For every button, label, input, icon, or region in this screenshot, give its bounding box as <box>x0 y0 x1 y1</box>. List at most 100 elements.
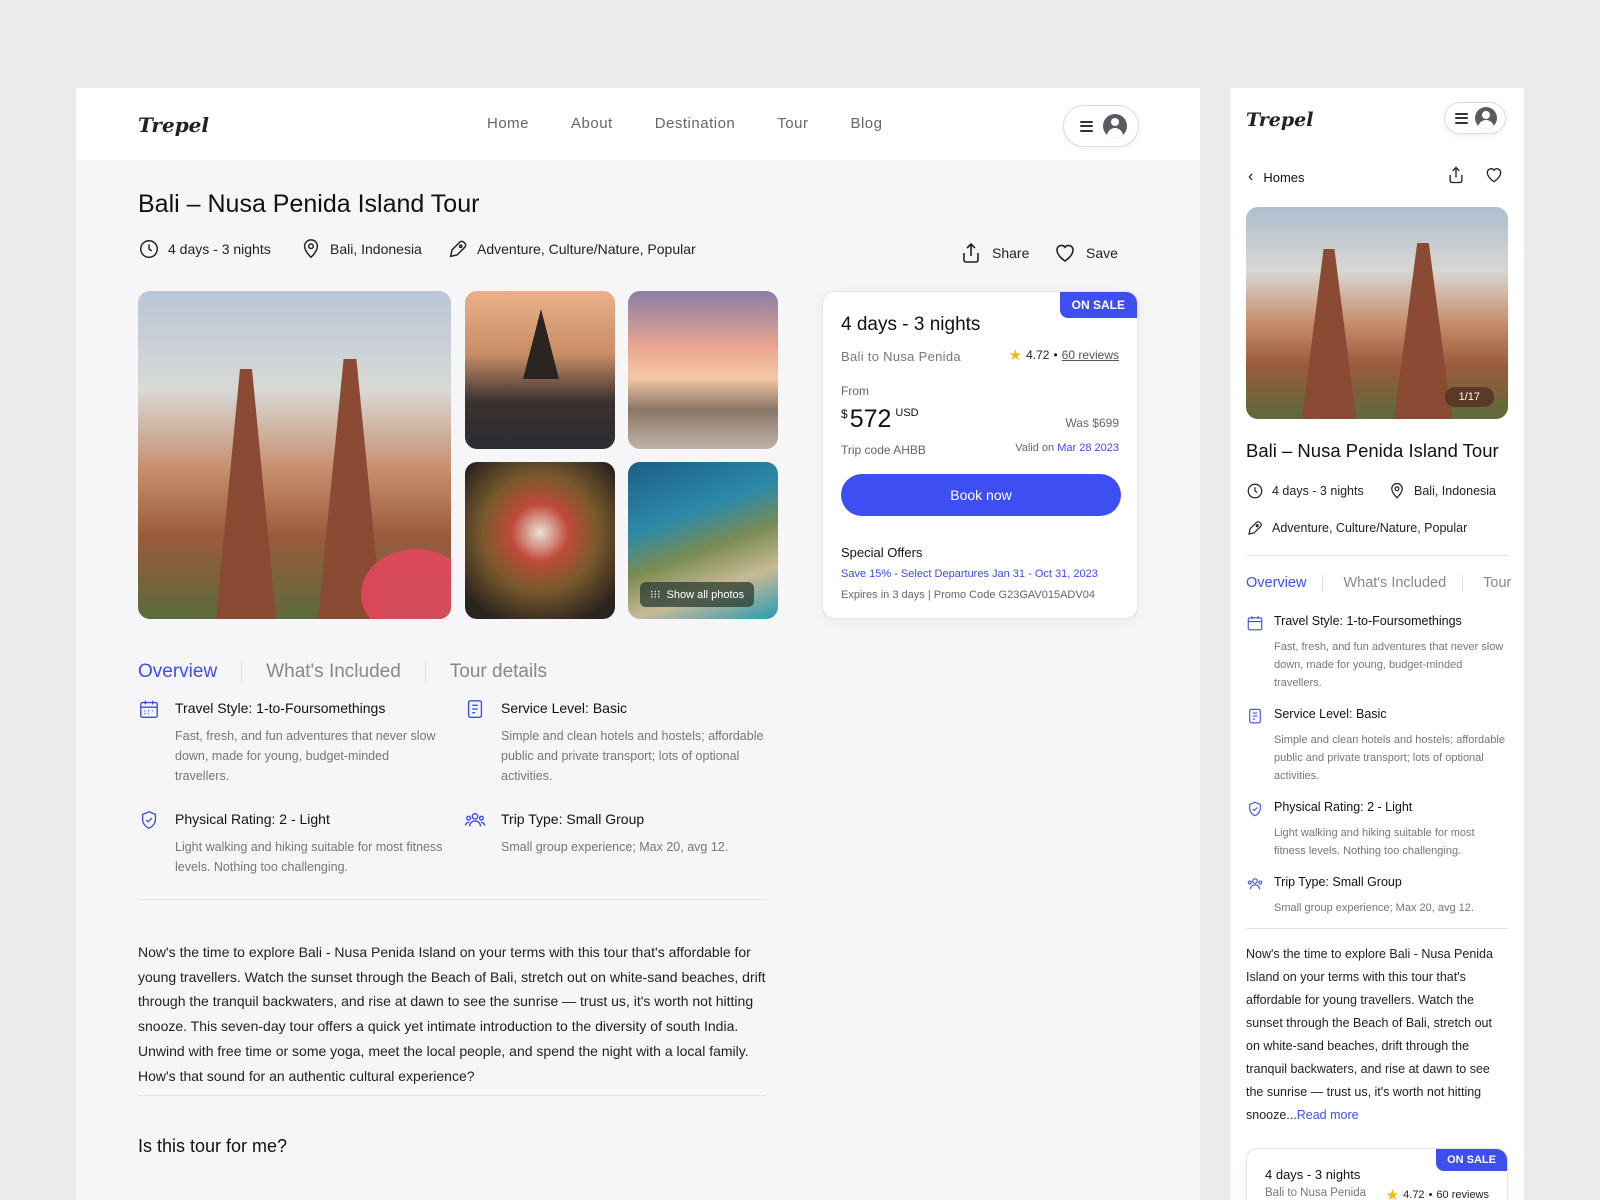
photo-pagoda[interactable] <box>465 291 615 449</box>
tab-tour-details[interactable]: Tour details <box>450 661 571 683</box>
feature-desc: Small group experience; Max 20, avg 12. <box>501 840 729 854</box>
heart-icon[interactable] <box>1484 165 1504 185</box>
duration-text: 4 days - 3 nights <box>168 241 271 257</box>
desktop-frame: Trepel Home About Destination Tour Blog … <box>76 88 1200 1200</box>
tab-divider <box>1462 575 1464 591</box>
page-title: Bali – Nusa Penida Island Tour <box>138 190 480 218</box>
feature-title: Trip Type: Small Group <box>1274 875 1402 889</box>
brand-logo[interactable]: Trepel <box>138 113 209 137</box>
mobile-photo-temple-gate[interactable]: 1/17 <box>1246 207 1508 419</box>
main-photo-temple-gate[interactable] <box>138 291 451 619</box>
back-button[interactable]: ‹ Homes <box>1248 168 1305 186</box>
category-text: Adventure, Culture/Nature, Popular <box>477 241 696 257</box>
show-all-label: Show all photos <box>666 588 745 601</box>
read-more-link[interactable]: Read more <box>1297 1108 1359 1122</box>
feature-desc: Fast, fresh, and fun adventures that nev… <box>1274 641 1504 689</box>
feature-desc: Simple and clean hotels and hostels; aff… <box>501 729 764 783</box>
feature-title: Physical Rating: 2 - Light <box>175 811 330 827</box>
clock-icon <box>140 240 158 258</box>
feature-desc: Fast, fresh, and fun adventures that nev… <box>175 729 436 783</box>
brand-logo[interactable]: Trepel <box>1246 109 1313 131</box>
tab-overview[interactable]: Overview <box>138 661 241 683</box>
tab-whats-included[interactable]: What's Included <box>1343 575 1462 591</box>
booking-title: 4 days - 3 nights <box>1265 1167 1361 1182</box>
valid-date: Valid on Mar 28 2023 <box>1015 442 1119 454</box>
save-label: Save <box>1086 245 1118 261</box>
nav-destination[interactable]: Destination <box>655 115 736 132</box>
nav-tour[interactable]: Tour <box>777 115 808 132</box>
mobile-actions <box>1446 165 1504 185</box>
calendar-icon <box>140 700 158 718</box>
location-pin-icon <box>1391 482 1403 499</box>
from-label: From <box>841 384 869 398</box>
location-text: Bali, Indonesia <box>1414 484 1497 498</box>
currency-code: USD <box>895 407 919 419</box>
star-icon: ★ <box>1008 347 1023 364</box>
pagoda-shape <box>523 309 559 379</box>
feature-desc: Simple and clean hotels and hostels; aff… <box>1274 734 1505 782</box>
reviews-link[interactable]: 60 reviews <box>1062 348 1119 362</box>
grid-icon: ⁝⁝⁝ <box>650 589 661 601</box>
booking-card: ON SALE 4 days - 3 nights Bali to Nusa P… <box>822 291 1138 619</box>
tag-icon <box>1248 521 1262 535</box>
section-heading: Is this tour for me? <box>138 1136 288 1156</box>
rating-dot: • <box>1428 1189 1433 1200</box>
tab-divider <box>1322 575 1324 591</box>
user-menu-button[interactable] <box>1063 105 1139 147</box>
mobile-header: Trepel <box>1230 88 1524 150</box>
special-offer-link[interactable]: Save 15% - Select Departures Jan 31 - Oc… <box>841 568 1098 580</box>
feature-desc: Light walking and hiking suitable for mo… <box>175 840 443 874</box>
detail-tabs: Overview What's Included Tour details <box>138 661 571 683</box>
rating-value: 4.72 <box>1403 1189 1425 1200</box>
rating: ★ 4.72 • 60 reviews <box>1386 1186 1489 1200</box>
nav-blog[interactable]: Blog <box>850 115 882 132</box>
avatar <box>1475 107 1497 129</box>
category-meta: Adventure, Culture/Nature, Popular <box>1246 519 1467 537</box>
duration-meta: 4 days - 3 nights <box>138 238 271 260</box>
reviews-link[interactable]: 60 reviews <box>1436 1189 1489 1200</box>
booking-subtitle: Bali to Nusa Penida <box>841 349 961 364</box>
photo-counter: 1/17 <box>1444 387 1494 407</box>
sale-badge: ON SALE <box>1436 1149 1507 1171</box>
shield-check-icon <box>1249 801 1261 817</box>
feature-title: Service Level: Basic <box>1274 707 1387 721</box>
feature-desc: Light walking and hiking suitable for mo… <box>1274 827 1475 857</box>
location-meta: Bali, Indonesia <box>300 238 422 260</box>
book-now-button[interactable]: Book now <box>841 474 1121 516</box>
temple-left-shape <box>1302 249 1356 419</box>
nav-home[interactable]: Home <box>487 115 529 132</box>
group-icon <box>1247 878 1263 890</box>
main-nav: Home About Destination Tour Blog <box>487 115 924 132</box>
booking-title: 4 days - 3 nights <box>841 314 981 335</box>
chevron-left-icon: ‹ <box>1248 168 1254 185</box>
tab-overview[interactable]: Overview <box>1246 575 1322 591</box>
tab-tour-details[interactable]: Tour <box>1483 575 1524 591</box>
divider <box>138 1095 766 1096</box>
user-menu-button[interactable] <box>1444 102 1506 134</box>
tour-description: Now's the time to explore Bali - Nusa Pe… <box>138 944 766 1084</box>
rating-dot: • <box>1053 348 1058 362</box>
share-button[interactable]: Share <box>959 241 1029 265</box>
share-icon <box>963 242 979 263</box>
tag-icon <box>449 240 467 258</box>
nav-about[interactable]: About <box>571 115 613 132</box>
temple-right-shape <box>1394 243 1452 419</box>
heart-icon <box>1056 244 1074 262</box>
avatar <box>1103 114 1127 138</box>
photo-barong-mask[interactable] <box>465 462 615 619</box>
tab-divider <box>241 661 243 683</box>
share-icon[interactable] <box>1446 165 1466 185</box>
temple-left-shape <box>216 369 276 619</box>
tour-description: Now's the time to explore Bali - Nusa Pe… <box>1246 943 1508 1127</box>
photo-kelingking-cliff[interactable]: ⁝⁝⁝ Show all photos <box>628 462 778 619</box>
location-text: Bali, Indonesia <box>330 241 422 257</box>
photo-beach-sunset[interactable] <box>628 291 778 449</box>
calendar-icon <box>1247 616 1263 631</box>
feature-desc: Small group experience; Max 20, avg 12. <box>1274 902 1474 914</box>
location-meta: Bali, Indonesia <box>1388 482 1496 500</box>
save-button[interactable]: Save <box>1053 241 1118 265</box>
desktop-header: Trepel Home About Destination Tour Blog <box>76 88 1200 160</box>
show-all-photos-button[interactable]: ⁝⁝⁝ Show all photos <box>640 582 755 607</box>
tab-whats-included[interactable]: What's Included <box>266 661 425 683</box>
divider <box>1246 555 1508 556</box>
